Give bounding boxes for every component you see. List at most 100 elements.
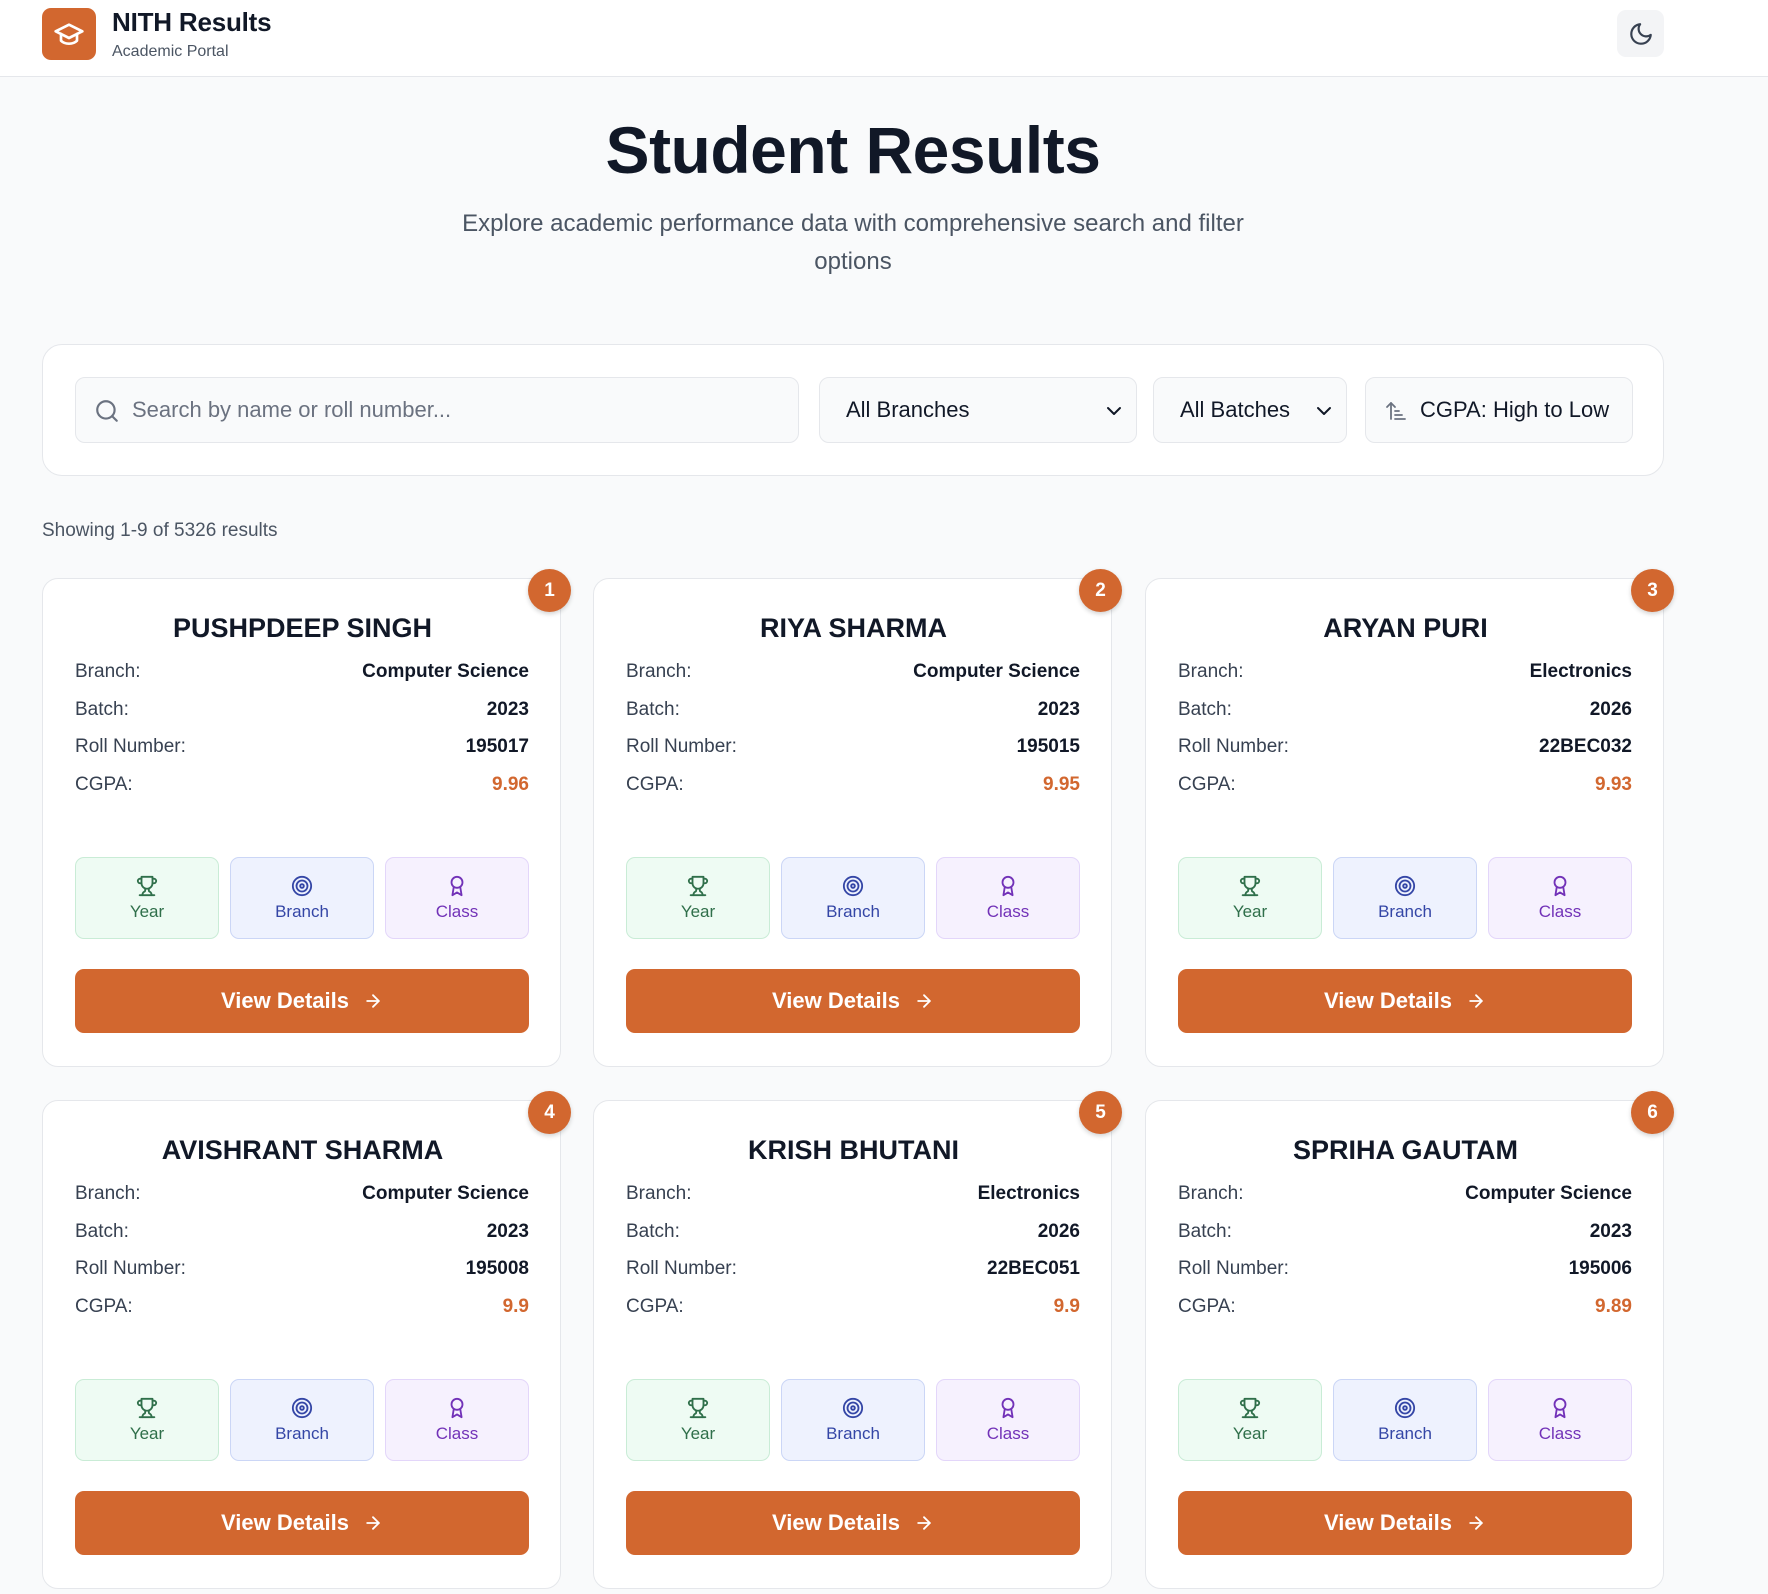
branch-value: Computer Science bbox=[362, 1183, 529, 1204]
roll-row: Roll Number: 195008 bbox=[75, 1256, 529, 1282]
cgpa-value: 9.9 bbox=[502, 1296, 529, 1317]
rank-tiles: Year Branch Class bbox=[75, 1379, 529, 1461]
class-rank-tile[interactable]: Class bbox=[1488, 857, 1632, 939]
theme-toggle-button[interactable] bbox=[1617, 10, 1664, 57]
cgpa-label: CGPA: bbox=[626, 774, 684, 795]
branch-rank-tile[interactable]: Branch bbox=[230, 857, 374, 939]
class-rank-tile[interactable]: Class bbox=[385, 857, 529, 939]
batch-value: 2023 bbox=[1037, 699, 1080, 720]
student-name: SPRIHA GAUTAM bbox=[1293, 1135, 1518, 1165]
branch-label: Branch: bbox=[1178, 1183, 1244, 1204]
branch-label: Branch: bbox=[75, 1183, 141, 1204]
roll-value: 22BEC051 bbox=[987, 1258, 1080, 1279]
view-details-label: View Details bbox=[1324, 1510, 1452, 1535]
award-icon bbox=[450, 875, 464, 896]
view-details-label: View Details bbox=[772, 1510, 900, 1535]
cgpa-row: CGPA: 9.96 bbox=[75, 772, 529, 798]
view-details-label: View Details bbox=[772, 988, 900, 1013]
cgpa-label: CGPA: bbox=[1178, 774, 1236, 795]
rank-tiles: Year Branch Class bbox=[1178, 857, 1632, 939]
cgpa-label: CGPA: bbox=[626, 1296, 684, 1317]
branch-select[interactable]: All Branches bbox=[819, 377, 1137, 443]
trophy-icon bbox=[1239, 1397, 1261, 1418]
roll-row: Roll Number: 195015 bbox=[626, 734, 1080, 760]
cgpa-row: CGPA: 9.9 bbox=[75, 1294, 529, 1320]
class-rank-tile[interactable]: Class bbox=[385, 1379, 529, 1461]
batch-value: 2026 bbox=[1589, 699, 1632, 720]
year-tile-label: Year bbox=[1232, 901, 1268, 921]
search-box[interactable] bbox=[75, 377, 799, 443]
search-input[interactable] bbox=[132, 378, 782, 442]
branch-rank-tile[interactable]: Branch bbox=[781, 1379, 925, 1461]
target-icon bbox=[291, 875, 313, 896]
branch-value: Computer Science bbox=[913, 661, 1080, 682]
arrow-right-icon bbox=[366, 994, 380, 1008]
view-details-button[interactable]: View Details bbox=[75, 969, 529, 1033]
view-details-button[interactable]: View Details bbox=[626, 969, 1080, 1033]
class-tile-label: Class bbox=[435, 901, 479, 921]
view-details-button[interactable]: View Details bbox=[1178, 1491, 1632, 1555]
roll-row: Roll Number: 22BEC032 bbox=[1178, 734, 1632, 760]
roll-label: Roll Number: bbox=[1178, 1258, 1289, 1279]
branch-value: Computer Science bbox=[362, 661, 529, 682]
moon-icon bbox=[1629, 22, 1652, 45]
page-title: Student Results bbox=[605, 113, 1101, 187]
branch-rank-tile[interactable]: Branch bbox=[1333, 1379, 1477, 1461]
view-details-button[interactable]: View Details bbox=[1178, 969, 1632, 1033]
batch-label: Batch: bbox=[75, 1221, 129, 1242]
brand-name[interactable]: NITH Results bbox=[112, 7, 272, 38]
year-tile-label: Year bbox=[680, 1423, 716, 1443]
rank-badge: 2 bbox=[1079, 569, 1122, 612]
class-rank-tile[interactable]: Class bbox=[936, 1379, 1080, 1461]
roll-label: Roll Number: bbox=[626, 1258, 737, 1279]
branch-rank-tile[interactable]: Branch bbox=[781, 857, 925, 939]
trophy-icon bbox=[136, 875, 158, 896]
year-tile-label: Year bbox=[129, 901, 165, 921]
sort-button[interactable]: CGPA: High to Low bbox=[1365, 377, 1633, 443]
cgpa-row: CGPA: 9.95 bbox=[626, 772, 1080, 798]
rank-badge: 5 bbox=[1079, 1091, 1122, 1134]
branch-value: Computer Science bbox=[1465, 1183, 1632, 1204]
view-details-label: View Details bbox=[1324, 988, 1452, 1013]
sort-ascending-icon bbox=[1386, 402, 1406, 420]
year-rank-tile[interactable]: Year bbox=[626, 1379, 770, 1461]
branch-rank-tile[interactable]: Branch bbox=[1333, 857, 1477, 939]
target-icon bbox=[1394, 1397, 1416, 1418]
year-tile-label: Year bbox=[129, 1423, 165, 1443]
rank-tiles: Year Branch Class bbox=[626, 857, 1080, 939]
year-rank-tile[interactable]: Year bbox=[1178, 857, 1322, 939]
roll-row: Roll Number: 22BEC051 bbox=[626, 1256, 1080, 1282]
batch-label: Batch: bbox=[75, 699, 129, 720]
class-rank-tile[interactable]: Class bbox=[1488, 1379, 1632, 1461]
batch-select[interactable]: All Batches bbox=[1153, 377, 1347, 443]
class-rank-tile[interactable]: Class bbox=[936, 857, 1080, 939]
cgpa-row: CGPA: 9.9 bbox=[626, 1294, 1080, 1320]
cgpa-row: CGPA: 9.93 bbox=[1178, 772, 1632, 798]
year-rank-tile[interactable]: Year bbox=[75, 1379, 219, 1461]
branch-tile-label: Branch bbox=[826, 901, 880, 921]
award-icon bbox=[1553, 1397, 1567, 1418]
batch-row: Batch: 2023 bbox=[1178, 1219, 1632, 1245]
student-name: ARYAN PURI bbox=[1323, 613, 1488, 643]
branch-row: Branch: Computer Science bbox=[1178, 1181, 1632, 1207]
award-icon bbox=[1001, 875, 1015, 896]
graduation-cap-icon[interactable] bbox=[42, 8, 96, 60]
award-icon bbox=[1001, 1397, 1015, 1418]
top-nav-bar: NITH Results Academic Portal bbox=[0, 0, 1768, 77]
batch-label: Batch: bbox=[626, 1221, 680, 1242]
year-rank-tile[interactable]: Year bbox=[626, 857, 770, 939]
target-icon bbox=[842, 1397, 864, 1418]
award-icon bbox=[450, 1397, 464, 1418]
branch-value: Electronics bbox=[1529, 661, 1632, 682]
year-rank-tile[interactable]: Year bbox=[1178, 1379, 1322, 1461]
rank-badge: 6 bbox=[1631, 1091, 1674, 1134]
branch-rank-tile[interactable]: Branch bbox=[230, 1379, 374, 1461]
view-details-button[interactable]: View Details bbox=[75, 1491, 529, 1555]
chevron-down-icon bbox=[1107, 407, 1121, 415]
year-rank-tile[interactable]: Year bbox=[75, 857, 219, 939]
target-icon bbox=[1394, 875, 1416, 896]
batch-value: 2023 bbox=[1589, 1221, 1632, 1242]
student-card: 5 KRISH BHUTANI Branch: Electronics Batc… bbox=[593, 1091, 1122, 1589]
view-details-button[interactable]: View Details bbox=[626, 1491, 1080, 1555]
student-name: RIYA SHARMA bbox=[759, 613, 948, 643]
